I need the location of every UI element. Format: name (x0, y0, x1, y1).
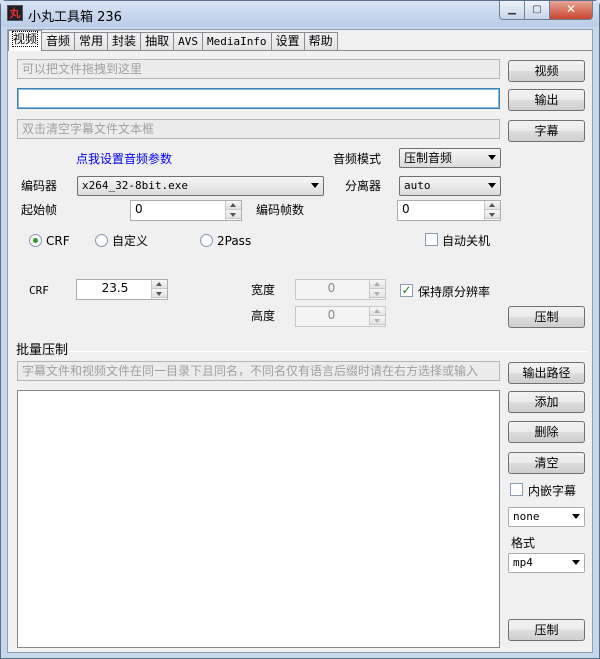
subtitle-file-field[interactable]: 双击清空字幕文件文本框 (17, 119, 500, 139)
audio-params-link[interactable]: 点我设置音频参数 (76, 150, 172, 167)
tab-video[interactable]: 视频 (8, 30, 43, 51)
spin-up-icon[interactable] (226, 201, 241, 210)
encode-frames-label: 编码帧数 (256, 203, 305, 217)
caption-buttons: ▁ ▢ ✕ (499, 1, 593, 20)
keep-resolution-label[interactable]: 保持原分辨率 (418, 285, 490, 299)
video-tab-pane: 可以把文件拖拽到这里 视频 输出 双击清空字幕文件文本框 字幕 点我设置音频参数… (8, 50, 592, 652)
batch-hint-field[interactable]: 字幕文件和视频文件在同一目录下且同名，不同名仅有语言后缀时请在右方选择或输入 (17, 361, 500, 381)
width-stepper[interactable]: 0 (295, 279, 386, 300)
tab-mux[interactable]: 封装 (107, 32, 142, 51)
encoder-label: 编码器 (21, 179, 58, 193)
chevron-down-icon (488, 183, 496, 188)
client-area: 视频 音频 常用 封装 抽取 AVS MediaInfo 设置 帮助 可以把文件… (7, 29, 593, 653)
compress-button[interactable]: 压制 (508, 306, 585, 328)
output-path-input[interactable] (17, 88, 500, 109)
spin-down-icon[interactable] (485, 210, 500, 219)
spin-up-icon[interactable] (485, 201, 500, 210)
output-button[interactable]: 输出 (508, 89, 585, 111)
app-icon[interactable]: 丸 (7, 5, 23, 21)
close-icon: ✕ (565, 2, 577, 16)
embed-subtitle-label[interactable]: 内嵌字幕 (528, 484, 576, 498)
encoder-select[interactable]: x264_32-8bit.exe (77, 176, 324, 196)
keep-resolution-checkbox[interactable]: ✓ (400, 284, 413, 297)
minimize-icon: ▁ (508, 4, 516, 15)
chevron-down-icon (311, 183, 319, 188)
spin-down-icon (370, 316, 385, 325)
tab-audio[interactable]: 音频 (41, 32, 76, 51)
audio-mode-label: 音频模式 (333, 152, 382, 166)
twopass-radio-label[interactable]: 2Pass (217, 234, 251, 248)
clear-button[interactable]: 清空 (508, 452, 585, 474)
window-title: 小丸工具箱 236 (28, 10, 122, 25)
add-button[interactable]: 添加 (508, 391, 585, 413)
demuxer-label: 分离器 (345, 179, 382, 193)
tab-mediainfo[interactable]: MediaInfo (201, 32, 272, 51)
crf-radio[interactable] (29, 234, 42, 247)
output-path-button[interactable]: 输出路径 (508, 362, 585, 384)
spin-down-icon (370, 289, 385, 298)
crf-label: CRF (29, 284, 49, 297)
tab-strip: 视频 音频 常用 封装 抽取 AVS MediaInfo 设置 帮助 (8, 30, 338, 51)
main-window: 丸 小丸工具箱 236 ▁ ▢ ✕ 视频 音频 常用 封装 抽取 AVS Med… (0, 0, 600, 659)
format-label: 格式 (511, 536, 536, 550)
maximize-icon: ▢ (532, 4, 542, 15)
start-frame-stepper[interactable]: 0 (130, 200, 242, 221)
batch-group-divider (68, 351, 588, 352)
tab-common[interactable]: 常用 (74, 32, 109, 51)
encode-frames-stepper[interactable]: 0 (397, 200, 501, 221)
batch-compress-button[interactable]: 压制 (508, 619, 585, 641)
batch-group-label: 批量压制 (16, 343, 69, 358)
subtitle-button[interactable]: 字幕 (508, 120, 585, 142)
tab-help[interactable]: 帮助 (303, 32, 338, 51)
tab-settings[interactable]: 设置 (270, 32, 305, 51)
crf-stepper[interactable]: 23.5 (76, 279, 168, 300)
custom-radio[interactable] (95, 234, 108, 247)
video-file-drop-field[interactable]: 可以把文件拖拽到这里 (17, 59, 500, 79)
start-frame-label: 起始帧 (21, 203, 58, 217)
delete-button[interactable]: 删除 (508, 421, 585, 443)
subtitle-language-select[interactable]: none (508, 507, 585, 527)
crf-radio-label[interactable]: CRF (46, 234, 70, 248)
chevron-down-icon (572, 514, 580, 519)
title-bar[interactable]: 丸 小丸工具箱 236 ▁ ▢ ✕ (1, 1, 599, 27)
maximize-button[interactable]: ▢ (525, 1, 550, 20)
spin-up-icon (370, 280, 385, 289)
spin-down-icon[interactable] (226, 210, 241, 219)
width-label: 宽度 (251, 283, 276, 297)
minimize-button[interactable]: ▁ (499, 1, 525, 20)
audio-mode-select[interactable]: 压制音频 (399, 148, 501, 168)
auto-shutdown-checkbox[interactable] (425, 233, 438, 246)
embed-subtitle-checkbox[interactable] (510, 483, 523, 496)
format-select[interactable]: mp4 (508, 553, 585, 573)
chevron-down-icon (572, 560, 580, 565)
batch-file-list[interactable] (17, 390, 500, 648)
height-label: 高度 (251, 309, 276, 323)
auto-shutdown-label[interactable]: 自动关机 (442, 234, 490, 248)
chevron-down-icon (488, 155, 496, 160)
close-button[interactable]: ✕ (550, 1, 593, 20)
demuxer-select[interactable]: auto (399, 176, 501, 196)
spin-down-icon[interactable] (152, 289, 167, 298)
video-button[interactable]: 视频 (508, 60, 585, 82)
custom-radio-label[interactable]: 自定义 (112, 234, 148, 248)
spin-up-icon (370, 307, 385, 316)
tab-avs[interactable]: AVS (173, 32, 203, 51)
height-stepper[interactable]: 0 (295, 306, 386, 327)
spin-up-icon[interactable] (152, 280, 167, 289)
tab-extract[interactable]: 抽取 (140, 32, 175, 51)
twopass-radio[interactable] (200, 234, 213, 247)
